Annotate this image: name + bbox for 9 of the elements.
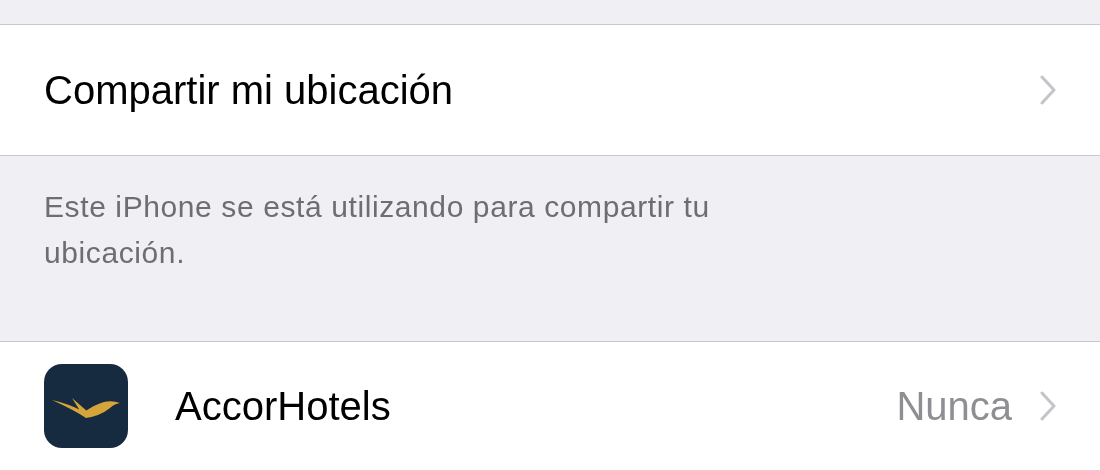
app-row[interactable]: AccorHotels Nunca [0, 342, 1100, 470]
share-location-row[interactable]: Compartir mi ubicación [0, 25, 1100, 155]
footer-text: Este iPhone se está utilizando para compartir tu ubicación. [44, 189, 711, 271]
row-label: Compartir mi ubicación [44, 67, 455, 113]
chevron-icon [1040, 391, 1056, 421]
bird-icon [44, 364, 128, 448]
chevron-icon [1040, 75, 1056, 105]
app-name: AccorHotels [175, 383, 392, 429]
permission-value: Nunca [896, 383, 1012, 429]
